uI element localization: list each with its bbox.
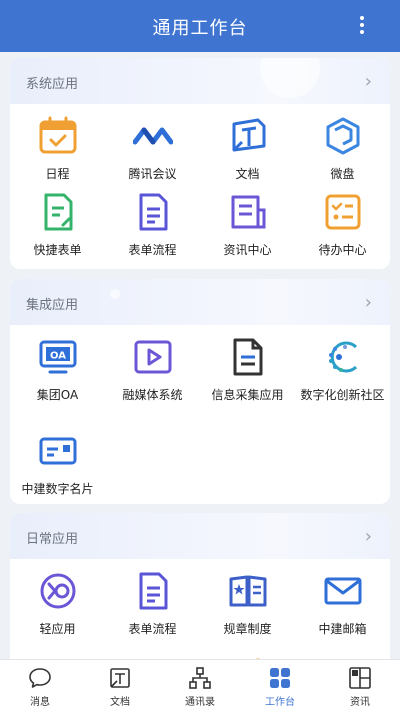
app-label: 融媒体系统 bbox=[122, 388, 183, 402]
form-flow-icon bbox=[139, 193, 168, 231]
section-integrated-apps: 集成应用 › OA 集团OA 融媒体系统 信息采集应用 数字化创新社区 中建数字… bbox=[10, 279, 390, 504]
more-dot-icon bbox=[360, 30, 364, 34]
section-system-apps: 系统应用 › 日程 腾讯会议 文档 微盘 快捷表单 表单流程 资讯中心 待办中心 bbox=[10, 58, 390, 269]
more-dot-icon bbox=[360, 23, 364, 27]
rules-book-icon bbox=[229, 575, 267, 607]
section-header[interactable]: 日常应用 › bbox=[10, 513, 390, 559]
section-header[interactable]: 系统应用 › bbox=[10, 58, 390, 104]
tab-messages[interactable]: 消息 bbox=[0, 660, 80, 711]
business-card-icon bbox=[39, 437, 77, 465]
app-label: 轻应用 bbox=[39, 622, 76, 636]
section-title: 集成应用 bbox=[26, 298, 79, 313]
innovation-community-icon bbox=[329, 341, 358, 373]
svg-text:OA: OA bbox=[50, 351, 66, 362]
app-label: 集团OA bbox=[36, 388, 79, 402]
info-collect-icon bbox=[233, 338, 263, 376]
app-header: 通用工作台 bbox=[0, 0, 400, 52]
quick-form-icon bbox=[44, 193, 73, 231]
section-header[interactable]: 集成应用 › bbox=[10, 279, 390, 325]
section-daily-apps: 日常应用 › 轻应用 表单流程 规章制度 中建邮箱 bbox=[10, 513, 390, 659]
tab-documents[interactable]: 文档 bbox=[80, 660, 160, 711]
app-label: 微盘 bbox=[330, 167, 355, 181]
calendar-icon bbox=[39, 116, 77, 154]
tab-workbench[interactable]: 工作台 bbox=[240, 660, 320, 711]
tab-label: 工作台 bbox=[265, 697, 295, 708]
more-dot-icon bbox=[360, 16, 364, 20]
app-label: 数字化创新社区 bbox=[300, 388, 385, 402]
page-title: 通用工作台 bbox=[152, 18, 248, 39]
tab-label: 消息 bbox=[30, 697, 50, 708]
form-flow-icon bbox=[139, 572, 168, 610]
app-label: 文档 bbox=[235, 167, 260, 181]
mail-icon bbox=[324, 577, 362, 605]
tab-contacts[interactable]: 通讯录 bbox=[160, 660, 240, 711]
tencent-meeting-icon bbox=[133, 127, 173, 145]
section-title: 系统应用 bbox=[26, 77, 79, 92]
micro-disk-icon bbox=[326, 117, 360, 155]
app-label: 信息采集应用 bbox=[211, 388, 284, 402]
grid-icon bbox=[270, 668, 290, 688]
app-label: 规章制度 bbox=[223, 622, 272, 636]
oa-icon: OA bbox=[39, 340, 77, 374]
app-label: 中建数字名片 bbox=[21, 482, 94, 496]
chevron-right-icon[interactable]: › bbox=[365, 526, 372, 547]
document-icon bbox=[232, 118, 266, 152]
app-label: 中建邮箱 bbox=[318, 622, 367, 636]
section-title: 日常应用 bbox=[26, 532, 79, 547]
news-layout-icon bbox=[349, 667, 371, 689]
app-label: 资讯中心 bbox=[223, 243, 272, 257]
tab-label: 资讯 bbox=[350, 697, 370, 708]
app-label: 快捷表单 bbox=[33, 243, 82, 257]
media-system-icon bbox=[134, 340, 172, 374]
tab-label: 通讯录 bbox=[185, 697, 215, 708]
chevron-right-icon[interactable]: › bbox=[365, 292, 372, 313]
more-menu-button[interactable] bbox=[352, 16, 372, 38]
chat-bubble-icon bbox=[29, 668, 51, 688]
light-app-icon bbox=[40, 573, 76, 609]
document-tab-icon bbox=[110, 668, 130, 688]
app-label: 日程 bbox=[45, 167, 70, 181]
bottom-tab-bar: 消息 文档 通讯录 工作台 资讯 bbox=[0, 659, 400, 711]
news-center-icon bbox=[231, 195, 266, 229]
workbench-content[interactable]: 系统应用 › 日程 腾讯会议 文档 微盘 快捷表单 表单流程 资讯中心 待办中心… bbox=[0, 52, 400, 659]
tab-news[interactable]: 资讯 bbox=[320, 660, 400, 711]
app-label: 待办中心 bbox=[318, 243, 367, 257]
chevron-right-icon[interactable]: › bbox=[365, 71, 372, 92]
app-label: 腾讯会议 bbox=[128, 167, 177, 181]
todo-center-icon bbox=[325, 194, 361, 230]
app-label: 表单流程 bbox=[128, 622, 177, 636]
tab-label: 文档 bbox=[110, 697, 130, 708]
org-chart-icon bbox=[189, 667, 211, 689]
app-label: 表单流程 bbox=[128, 243, 177, 257]
